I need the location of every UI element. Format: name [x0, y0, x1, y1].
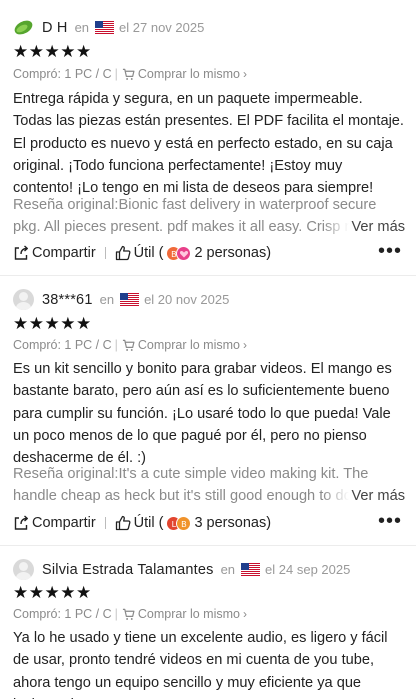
more-dots-icon[interactable]: •••: [378, 240, 402, 263]
thumbs-up-icon[interactable]: [115, 245, 131, 261]
separator: |: [114, 67, 118, 81]
useful-button[interactable]: Útil: [134, 515, 155, 531]
review-body: Es un kit sencillo y bonito para grabar …: [13, 361, 392, 467]
purchase-info: Compró: 1 PC / C | Comprar lo mismo ›: [13, 338, 247, 352]
useful-button[interactable]: Útil: [134, 245, 155, 261]
reviewer-row: 38***61 en el 20 nov 2025: [13, 289, 229, 310]
avatar[interactable]: [13, 559, 34, 580]
review-date: el 27 nov 2025: [119, 20, 205, 35]
voter-avatar: B: [176, 515, 192, 531]
separator: [104, 517, 106, 529]
review-actions: Compartir Útil ( L B 3 personas): [13, 515, 271, 531]
separator: |: [114, 338, 118, 352]
country-prefix: en: [220, 562, 236, 577]
voter-avatars: B: [166, 245, 192, 261]
review-card: 38***61 en el 20 nov 2025 ★★★★★ Compró: …: [0, 276, 416, 546]
share-icon: [13, 245, 29, 261]
review-date: el 20 nov 2025: [144, 292, 230, 307]
original-review: Reseña original:Bionic fast delivery in …: [13, 194, 405, 239]
purchased-variant: Compró: 1 PC / C: [13, 607, 112, 621]
reviewer-name: D H: [42, 19, 68, 36]
reviewer-name: 38***61: [42, 291, 93, 308]
avatar[interactable]: [13, 17, 34, 38]
us-flag-icon: [95, 21, 114, 34]
see-more-link[interactable]: Ver más: [323, 216, 405, 239]
reviewer-row: D H en el 27 nov 2025: [13, 17, 204, 38]
share-button[interactable]: Compartir: [32, 515, 96, 531]
purchased-variant: Compró: 1 PC / C: [13, 67, 112, 81]
review-date: el 24 sep 2025: [265, 562, 351, 577]
cart-icon: [122, 68, 135, 81]
chevron-right-icon: ›: [243, 607, 247, 621]
avatar[interactable]: [13, 289, 34, 310]
country-prefix: en: [99, 292, 115, 307]
review-card: Silvia Estrada Talamantes en el 24 sep 2…: [0, 546, 416, 699]
thumbs-up-icon[interactable]: [115, 515, 131, 531]
purchase-info: Compró: 1 PC / C | Comprar lo mismo ›: [13, 607, 247, 621]
share-icon: [13, 515, 29, 531]
heart-icon: [179, 250, 189, 257]
star-rating: ★★★★★: [13, 583, 92, 602]
us-flag-icon: [120, 293, 139, 306]
paren: (: [158, 245, 164, 261]
more-dots-icon[interactable]: •••: [378, 510, 402, 533]
review-body: Ya lo he usado y tiene un excelente audi…: [13, 630, 388, 699]
reviewer-name: Silvia Estrada Talamantes: [42, 561, 214, 578]
star-rating: ★★★★★: [13, 42, 92, 61]
star-rating: ★★★★★: [13, 314, 92, 333]
separator: [104, 247, 106, 259]
buy-same-link[interactable]: Comprar lo mismo: [138, 338, 240, 352]
purchased-variant: Compró: 1 PC / C: [13, 338, 112, 352]
buy-same-link[interactable]: Comprar lo mismo: [138, 67, 240, 81]
original-review: Reseña original:It's a cute simple video…: [13, 463, 405, 508]
reviewer-row: Silvia Estrada Talamantes en el 24 sep 2…: [13, 559, 350, 580]
separator: |: [114, 607, 118, 621]
share-button[interactable]: Compartir: [32, 245, 96, 261]
useful-count: 3 personas): [194, 515, 272, 531]
cart-icon: [122, 339, 135, 352]
buy-same-link[interactable]: Comprar lo mismo: [138, 607, 240, 621]
chevron-right-icon: ›: [243, 338, 247, 352]
paren: (: [158, 515, 164, 531]
review-actions: Compartir Útil ( B 2 personas): [13, 245, 271, 261]
review-card: D H en el 27 nov 2025 ★★★★★ Compró: 1 PC…: [0, 0, 416, 276]
country-prefix: en: [74, 20, 90, 35]
chevron-right-icon: ›: [243, 67, 247, 81]
cart-icon: [122, 608, 135, 621]
voter-avatar: [176, 245, 192, 261]
purchase-info: Compró: 1 PC / C | Comprar lo mismo ›: [13, 67, 247, 81]
review-body: Entrega rápida y segura, en un paquete i…: [13, 91, 404, 197]
voter-avatars: L B: [166, 515, 192, 531]
useful-count: 2 personas): [194, 245, 272, 261]
us-flag-icon: [241, 563, 260, 576]
see-more-link[interactable]: Ver más: [323, 485, 405, 508]
leaf-icon: [14, 20, 33, 35]
